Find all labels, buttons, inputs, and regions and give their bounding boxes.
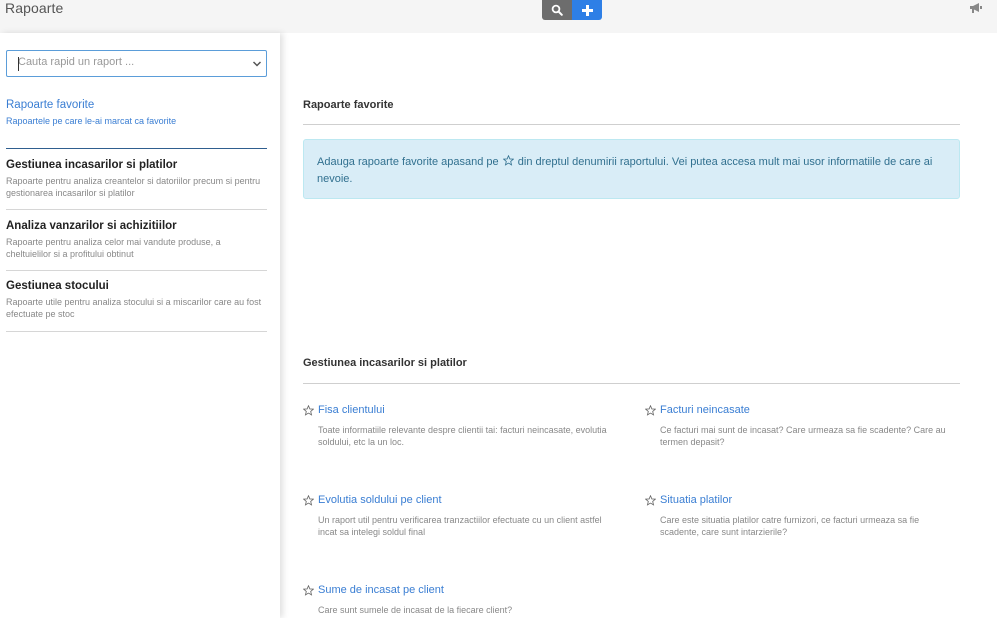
chevron-down-icon[interactable] [252, 59, 262, 69]
sidebar-item-stock[interactable]: Gestiunea stocului Rapoarte utile pentru… [6, 279, 267, 320]
star-icon[interactable] [645, 494, 656, 506]
sidebar-item-title: Analiza vanzarilor si achizitiilor [6, 220, 177, 232]
sidebar-item-description: Rapoarte utile pentru analiza stocului s… [6, 297, 262, 319]
report-link[interactable]: Evolutia soldului pe client [318, 494, 442, 506]
sidebar-item-description: Rapoarte pentru analiza creantelor si da… [6, 176, 261, 198]
favorites-section-title: Rapoarte favorite [303, 99, 394, 111]
sidebar-item-description: Rapoartele pe care le-ai marcat ca favor… [6, 116, 177, 126]
search-icon [551, 4, 563, 16]
report-description: Care sunt sumele de incasat de la fiecar… [318, 605, 513, 615]
sidebar-item-title: Gestiunea incasarilor si platilor [6, 159, 178, 171]
report-item: Sume de incasat pe client Care sunt sume… [303, 584, 613, 616]
report-item: Facturi neincasate Ce facturi mai sunt d… [645, 404, 955, 448]
report-item: Fisa clientului Toate informatiile relev… [303, 404, 613, 448]
divider [6, 209, 267, 210]
sidebar-item-sales[interactable]: Analiza vanzarilor si achizitiilor Rapoa… [6, 219, 267, 260]
star-icon[interactable] [303, 494, 314, 506]
report-description: Un raport util pentru verificarea tranza… [318, 515, 602, 537]
add-report-button[interactable] [572, 0, 602, 20]
sidebar-item-title: Gestiunea stocului [6, 280, 109, 292]
report-link[interactable]: Fisa clientului [318, 404, 385, 416]
favorites-info-alert: Adauga rapoarte favorite apasand pe din … [303, 139, 960, 199]
sidebar-item-title: Rapoarte favorite [6, 99, 95, 111]
report-item: Situatia platilor Care este situatia pla… [645, 494, 955, 538]
sidebar-item-description: Rapoarte pentru analiza celor mai vandut… [6, 237, 221, 259]
report-description: Care este situatia platilor catre furniz… [660, 515, 920, 537]
star-icon[interactable] [645, 404, 656, 416]
page-title: Rapoarte [5, 0, 64, 16]
active-divider [6, 148, 267, 149]
sidebar-item-favorites[interactable]: Rapoarte favorite Rapoartele pe care le-… [6, 98, 267, 127]
star-icon[interactable] [303, 584, 314, 596]
report-link[interactable]: Sume de incasat pe client [318, 584, 444, 596]
sidebar: Rapoarte favorite Rapoartele pe care le-… [0, 33, 280, 618]
plus-icon [581, 4, 593, 16]
section-divider [303, 124, 960, 125]
divider [6, 331, 267, 332]
text-cursor [18, 57, 19, 71]
star-icon[interactable] [303, 404, 314, 416]
report-description: Ce facturi mai sunt de incasat? Care urm… [660, 425, 946, 447]
alert-text-start: Adauga rapoarte favorite apasand pe [317, 156, 502, 168]
report-description: Toate informatiile relevante despre clie… [318, 425, 607, 447]
payments-section-title: Gestiunea incasarilor si platilor [303, 357, 467, 369]
megaphone-icon[interactable] [969, 2, 983, 14]
top-bar: Rapoarte [0, 0, 997, 33]
quick-search-field[interactable] [6, 50, 267, 77]
report-link[interactable]: Facturi neincasate [660, 404, 750, 416]
star-icon [502, 155, 514, 166]
report-item: Evolutia soldului pe client Un raport ut… [303, 494, 613, 538]
sidebar-item-payments[interactable]: Gestiunea incasarilor si platilor Rapoar… [6, 158, 267, 199]
search-input[interactable] [18, 56, 238, 68]
divider [6, 270, 267, 271]
search-button[interactable] [542, 0, 572, 20]
report-link[interactable]: Situatia platilor [660, 494, 732, 506]
section-divider [303, 383, 960, 384]
